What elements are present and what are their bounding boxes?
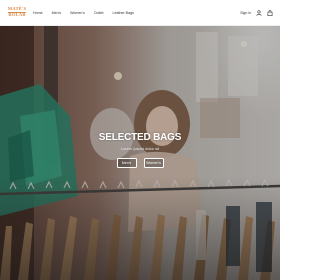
hero-content: Selected Bags Lorem ipsum dolor sit Men'… xyxy=(0,132,280,168)
header-actions: Sign in xyxy=(240,0,273,26)
nav-item-home[interactable]: Home xyxy=(33,11,43,15)
hero-banner: Selected Bags Lorem ipsum dolor sit Men'… xyxy=(0,26,280,280)
hero-button-group: Men's Women's xyxy=(116,158,164,168)
bag-icon[interactable] xyxy=(267,10,273,17)
nav-item-leather-bags[interactable]: Leather Bags xyxy=(112,11,133,15)
nav-item-mens[interactable]: Men's xyxy=(52,11,61,15)
sign-in-link[interactable]: Sign in xyxy=(240,11,251,15)
brand-logo[interactable]: MATÉ'S ROLAB xyxy=(6,4,28,21)
hero-womens-button[interactable]: Women's xyxy=(143,158,164,168)
user-icon[interactable] xyxy=(256,10,262,17)
hero-subtitle: Lorem ipsum dolor sit xyxy=(120,146,160,151)
hero-mens-button[interactable]: Men's xyxy=(116,158,137,168)
main-nav: Home Men's Women's Outlet Leather Bags xyxy=(33,0,134,26)
site-header: MATÉ'S ROLAB Home Men's Women's Outlet L… xyxy=(0,0,280,26)
logo-text-line2: ROLAB xyxy=(8,12,26,18)
nav-item-womens[interactable]: Women's xyxy=(70,11,85,15)
hero-title: Selected Bags xyxy=(98,132,182,143)
nav-item-outlet[interactable]: Outlet xyxy=(94,11,104,15)
